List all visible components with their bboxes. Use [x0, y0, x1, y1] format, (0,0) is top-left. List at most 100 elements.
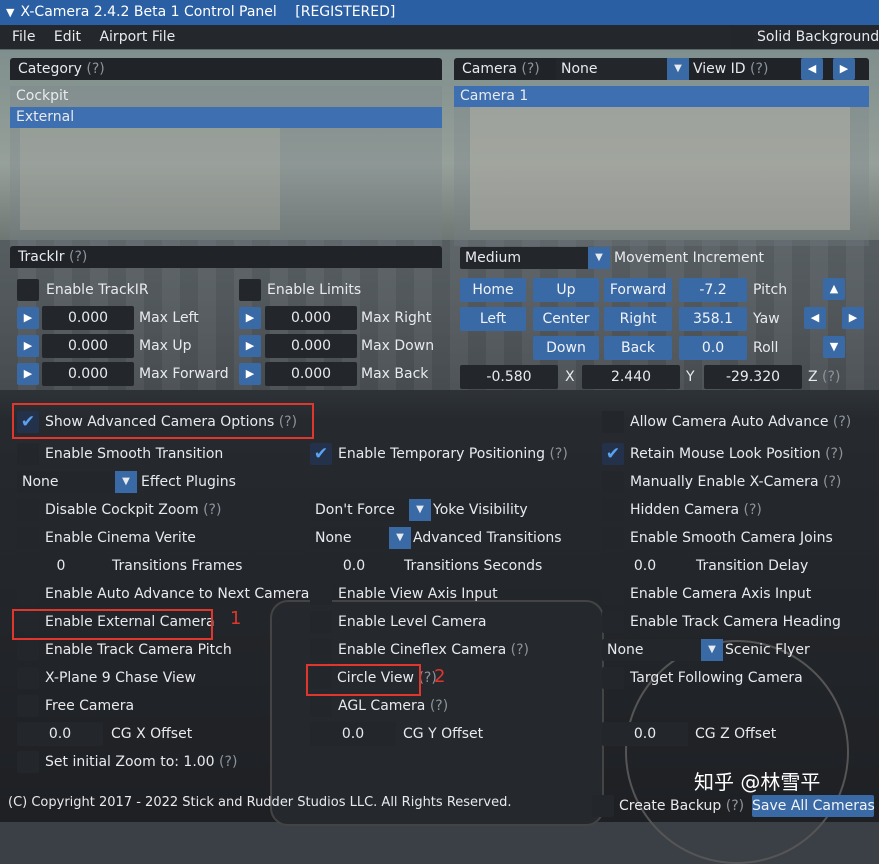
back-button[interactable]: Back	[604, 336, 672, 360]
solid-background-checkbox[interactable]	[731, 26, 753, 48]
transition-delay-field[interactable]: 0.0	[602, 554, 688, 578]
menu-edit[interactable]: Edit	[54, 29, 81, 45]
x-position-field[interactable]: -0.580	[460, 365, 558, 389]
camera-help[interactable]: (?)	[521, 61, 539, 77]
title-bar[interactable]: ▼ X-Camera 2.4.2 Beta 1 Control Panel [RE…	[0, 0, 879, 25]
create-backup-help[interactable]: (?)	[726, 798, 744, 814]
save-all-cameras-button[interactable]: Save All Cameras	[752, 795, 875, 817]
disable-cockpit-zoom-checkbox[interactable]	[17, 499, 39, 521]
manually-enable-help[interactable]: (?)	[823, 474, 841, 490]
retain-mouse-look-checkbox[interactable]: ✔	[602, 443, 624, 465]
max-left-arrow-icon[interactable]: ▶	[17, 307, 39, 329]
category-item-external[interactable]: External	[10, 107, 442, 128]
yaw-left-arrow-icon[interactable]: ◀	[804, 307, 826, 329]
annotation-box-circle-view	[306, 664, 421, 696]
category-help[interactable]: (?)	[86, 61, 104, 77]
max-forward-field[interactable]: 0.000	[42, 362, 134, 386]
manually-enable-checkbox[interactable]	[602, 471, 624, 493]
menu-file[interactable]: File	[12, 29, 35, 45]
roll-down-arrow-icon[interactable]: ▼	[823, 336, 845, 358]
agl-camera-label: AGL Camera (?)	[338, 695, 448, 717]
allow-auto-advance-help[interactable]: (?)	[833, 414, 851, 430]
xplane9-chase-checkbox[interactable]	[17, 667, 39, 689]
enable-limits-checkbox[interactable]	[239, 279, 261, 301]
effect-plugins-dropdown[interactable]: None ▼	[17, 471, 137, 493]
initial-zoom-checkbox[interactable]	[17, 751, 39, 773]
max-forward-label: Max Forward	[139, 366, 229, 382]
scenic-flyer-dropdown[interactable]: None ▼	[602, 639, 723, 661]
max-down-field[interactable]: 0.000	[265, 334, 357, 358]
category-title: Category	[18, 61, 82, 77]
left-button[interactable]: Left	[460, 307, 526, 331]
pitch-up-arrow-icon[interactable]: ▲	[823, 278, 845, 300]
camera-dropdown-value: None	[561, 61, 598, 77]
track-heading-checkbox[interactable]	[602, 611, 624, 633]
transition-frames-field[interactable]: 0	[17, 554, 105, 578]
view-axis-checkbox[interactable]	[310, 583, 332, 605]
max-left-field[interactable]: 0.000	[42, 306, 134, 330]
target-following-checkbox[interactable]	[602, 667, 624, 689]
smooth-transition-checkbox[interactable]	[17, 443, 39, 465]
temporary-positioning-help[interactable]: (?)	[549, 446, 567, 462]
camera-dropdown[interactable]: None ▼	[556, 58, 689, 80]
z-position-field[interactable]: -29.320	[704, 365, 802, 389]
cineflex-help[interactable]: (?)	[511, 642, 529, 658]
hidden-camera-checkbox[interactable]	[602, 499, 624, 521]
y-position-field[interactable]: 2.440	[582, 365, 680, 389]
yoke-visibility-dropdown[interactable]: Don't Force ▼	[310, 499, 431, 521]
initial-zoom-help[interactable]: (?)	[219, 754, 237, 770]
max-back-field[interactable]: 0.000	[265, 362, 357, 386]
view-id-help[interactable]: (?)	[750, 61, 768, 77]
cineflex-checkbox[interactable]	[310, 639, 332, 661]
trackir-help[interactable]: (?)	[69, 249, 87, 265]
smooth-joins-checkbox[interactable]	[602, 527, 624, 549]
home-button[interactable]: Home	[460, 278, 526, 302]
max-right-arrow-icon[interactable]: ▶	[239, 307, 261, 329]
z-help[interactable]: (?)	[822, 369, 840, 385]
view-id-prev-icon[interactable]: ◀	[801, 58, 823, 80]
down-button[interactable]: Down	[533, 336, 599, 360]
cineflex-label: Enable Cineflex Camera (?)	[338, 639, 529, 661]
yaw-right-arrow-icon[interactable]: ▶	[842, 307, 864, 329]
camera-item[interactable]: Camera 1	[454, 86, 869, 107]
enable-trackir-checkbox[interactable]	[17, 279, 39, 301]
transition-seconds-field[interactable]: 0.0	[310, 554, 398, 578]
cg-y-offset-field[interactable]: 0.0	[310, 722, 396, 746]
cinema-verite-checkbox[interactable]	[17, 527, 39, 549]
movement-increment-dropdown[interactable]: Medium ▼	[460, 247, 610, 269]
up-button[interactable]: Up	[533, 278, 599, 302]
allow-auto-advance-checkbox[interactable]	[602, 411, 624, 433]
auto-advance-checkbox[interactable]	[17, 583, 39, 605]
menu-airport-file[interactable]: Airport File	[99, 29, 175, 45]
max-right-field[interactable]: 0.000	[265, 306, 357, 330]
forward-button[interactable]: Forward	[604, 278, 672, 302]
right-button[interactable]: Right	[604, 307, 672, 331]
disable-cockpit-zoom-help[interactable]: (?)	[203, 502, 221, 518]
view-id-next-icon[interactable]: ▶	[833, 58, 855, 80]
category-item-cockpit[interactable]: Cockpit	[10, 86, 442, 107]
max-up-arrow-icon[interactable]: ▶	[17, 335, 39, 357]
level-camera-checkbox[interactable]	[310, 611, 332, 633]
free-camera-checkbox[interactable]	[17, 695, 39, 717]
agl-camera-help[interactable]: (?)	[430, 698, 448, 714]
center-button[interactable]: Center	[533, 307, 599, 331]
max-forward-arrow-icon[interactable]: ▶	[17, 363, 39, 385]
cg-z-offset-field[interactable]: 0.0	[602, 722, 688, 746]
track-pitch-checkbox[interactable]	[17, 639, 39, 661]
max-down-arrow-icon[interactable]: ▶	[239, 335, 261, 357]
retain-mouse-look-help[interactable]: (?)	[825, 446, 843, 462]
roll-field[interactable]: 0.0	[679, 336, 747, 360]
hidden-camera-help[interactable]: (?)	[744, 502, 762, 518]
agl-camera-checkbox[interactable]	[310, 695, 332, 717]
max-back-arrow-icon[interactable]: ▶	[239, 363, 261, 385]
temporary-positioning-checkbox[interactable]: ✔	[310, 443, 332, 465]
camera-axis-checkbox[interactable]	[602, 583, 624, 605]
cg-x-offset-field[interactable]: 0.0	[17, 722, 103, 746]
pitch-field[interactable]: -7.2	[679, 278, 747, 302]
create-backup-checkbox[interactable]	[592, 795, 614, 817]
advanced-transitions-dropdown[interactable]: None ▼	[310, 527, 411, 549]
collapse-triangle-icon[interactable]: ▼	[6, 6, 14, 19]
chevron-down-icon: ▼	[389, 527, 411, 549]
yaw-field[interactable]: 358.1	[679, 307, 747, 331]
max-up-field[interactable]: 0.000	[42, 334, 134, 358]
